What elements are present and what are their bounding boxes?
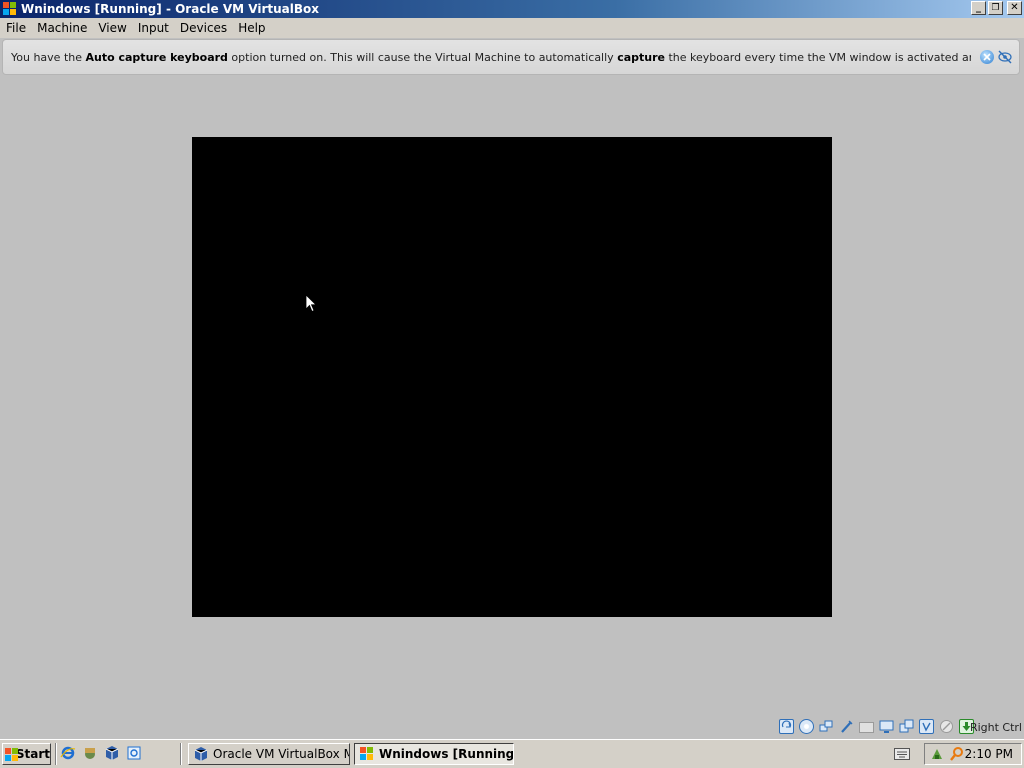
- notice-text-3: the keyboard every time the VM window is…: [668, 50, 971, 64]
- taskbar-separator: [180, 743, 182, 765]
- hard-disk-icon[interactable]: [779, 719, 794, 734]
- windows-explorer-icon[interactable]: [82, 745, 98, 761]
- menu-bar: File Machine View Input Devices Help: [0, 18, 1024, 38]
- windows-logo-icon: [359, 746, 375, 762]
- keyboard-layout-icon[interactable]: [894, 748, 910, 760]
- menu-view[interactable]: View: [92, 18, 131, 38]
- virtualization-icon[interactable]: [919, 719, 934, 734]
- notice-text-2: option turned on. This will cause the Vi…: [227, 50, 618, 64]
- restore-icon: ❐: [991, 3, 1000, 13]
- taskbar-separator: [55, 743, 57, 765]
- virtualbox-icon: [193, 746, 209, 762]
- notice-text-1: You have the: [11, 50, 86, 64]
- task-label: Wnindows [Running...: [379, 747, 514, 761]
- status-bar: Right Ctrl: [0, 717, 1024, 739]
- start-button[interactable]: Start: [2, 743, 51, 765]
- close-icon: ✕: [1010, 2, 1019, 13]
- start-label: Start: [15, 747, 50, 761]
- minimize-icon: _: [976, 2, 981, 13]
- notice-bold-1: Auto capture keyboard: [85, 50, 228, 64]
- usb-icon[interactable]: [839, 719, 854, 734]
- menu-input[interactable]: Input: [132, 18, 174, 38]
- quick-launch: [60, 745, 142, 761]
- windows-logo-icon: [5, 747, 18, 761]
- video-capture-icon[interactable]: [899, 719, 914, 734]
- network-tray-icon[interactable]: [929, 746, 945, 762]
- outlook-express-icon[interactable]: [126, 745, 142, 761]
- window-title: Wnindows [Running] - Oracle VM VirtualBo…: [21, 2, 319, 16]
- notice-message: You have the Auto capture keyboard optio…: [11, 51, 971, 64]
- task-label: Oracle VM VirtualBox Ma...: [213, 747, 349, 761]
- network-icon[interactable]: [819, 719, 834, 734]
- auto-capture-notice: You have the Auto capture keyboard optio…: [2, 39, 1020, 75]
- task-virtualbox-manager[interactable]: Oracle VM VirtualBox Ma...: [188, 743, 350, 765]
- menu-devices[interactable]: Devices: [174, 18, 232, 38]
- vm-display[interactable]: [192, 137, 832, 617]
- minimize-button[interactable]: _: [971, 1, 986, 15]
- internet-explorer-icon[interactable]: [60, 745, 76, 761]
- virtualbox-window-icon[interactable]: [3, 2, 17, 16]
- host-key-label[interactable]: Right Ctrl: [970, 721, 1022, 734]
- menu-file[interactable]: File: [0, 18, 31, 38]
- notice-bold-2: capture: [617, 50, 665, 64]
- restore-button[interactable]: ❐: [988, 1, 1003, 15]
- display-icon[interactable]: [879, 719, 894, 734]
- mouse-integration-icon[interactable]: [939, 719, 954, 734]
- virtualbox-icon[interactable]: [104, 745, 120, 761]
- close-notice-icon[interactable]: [980, 50, 994, 64]
- system-tray: 2:10 PM: [924, 743, 1022, 765]
- menu-help[interactable]: Help: [232, 18, 270, 38]
- dont-show-again-icon[interactable]: [997, 50, 1012, 64]
- mouse-pointer-icon: [305, 294, 317, 313]
- clock[interactable]: 2:10 PM: [965, 747, 1013, 761]
- menu-machine[interactable]: Machine: [31, 18, 92, 38]
- task-vm-window[interactable]: Wnindows [Running...: [354, 743, 514, 765]
- optical-drive-icon[interactable]: [799, 719, 814, 734]
- taskbar: Start Oracle VM VirtualBox Ma... Wnindow…: [0, 739, 1024, 768]
- shared-folders-icon[interactable]: [859, 722, 874, 733]
- title-bar[interactable]: Wnindows [Running] - Oracle VM VirtualBo…: [0, 0, 1024, 18]
- close-button[interactable]: ✕: [1007, 1, 1022, 15]
- search-tray-icon[interactable]: [949, 746, 965, 762]
